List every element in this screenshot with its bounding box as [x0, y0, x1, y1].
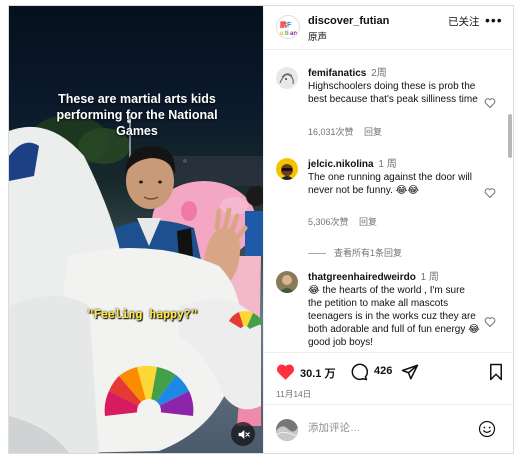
view-replies-button[interactable]: 查看所有1条回复	[308, 246, 402, 259]
video-frame-image	[9, 115, 263, 453]
post-username[interactable]: discover_futian	[308, 15, 389, 27]
person-avatar-icon	[276, 158, 298, 180]
comments-scrollbar[interactable]	[508, 114, 512, 158]
divider	[308, 253, 326, 255]
action-bar: 30.1 万 426 11月14日	[264, 352, 513, 399]
svg-text:an: an	[290, 31, 297, 37]
avatar[interactable]	[276, 158, 298, 180]
person-avatar-icon	[276, 271, 298, 293]
avatar[interactable]	[276, 67, 298, 89]
heart-outline-icon[interactable]	[484, 97, 496, 109]
following-button[interactable]: 已关注	[448, 14, 480, 29]
comment-input[interactable]	[308, 422, 468, 434]
comment-count[interactable]: 426	[374, 365, 392, 377]
send-icon[interactable]	[401, 363, 419, 381]
user-avatar-icon	[276, 419, 298, 441]
avatar	[276, 419, 298, 441]
heart-outline-icon[interactable]	[484, 187, 496, 199]
smiley-icon[interactable]	[478, 420, 496, 438]
comment-bubble-icon[interactable]	[350, 363, 368, 381]
comment-time: 2周	[371, 68, 387, 79]
comment-username[interactable]: thatgreenhairedweirdo	[308, 272, 416, 283]
svg-text:鹏: 鹏	[280, 20, 287, 29]
bookmark-icon[interactable]	[488, 363, 504, 381]
svg-text:u: u	[280, 31, 284, 37]
svg-text:ti: ti	[285, 31, 289, 37]
avatar[interactable]: 鹏 F u ti an	[276, 15, 300, 39]
comments-list[interactable]: femifanatics 2周 Highschoolers doing thes…	[264, 51, 513, 351]
post-side-panel: 鹏 F u ti an discover_futian 原声 已关注 ••• f…	[263, 6, 513, 453]
heart-filled-icon[interactable]	[276, 363, 295, 381]
post-date: 11月14日	[276, 389, 312, 399]
futian-logo-icon: 鹏 F u ti an	[277, 16, 299, 38]
reply-button[interactable]: 回复	[364, 127, 382, 137]
video-caption: These are martial arts kids performing f…	[56, 92, 218, 138]
mute-button[interactable]	[231, 422, 255, 446]
comment-text: 😂 the hearts of the world , I'm sure the…	[308, 285, 480, 348]
comment-text: The one running against the door will ne…	[308, 172, 472, 196]
comment-like-count[interactable]: 16,031次赞	[308, 127, 354, 137]
comment-text: Highschoolers doing these is prob the be…	[308, 81, 478, 105]
sketch-avatar-icon	[276, 67, 298, 89]
reply-button[interactable]: 回复	[359, 217, 377, 227]
comment-time: 1 周	[378, 159, 397, 170]
avatar[interactable]	[276, 271, 298, 293]
audio-label[interactable]: 原声	[308, 29, 327, 43]
post-header: 鹏 F u ti an discover_futian 原声 已关注 •••	[264, 6, 513, 50]
video-player[interactable]: These are martial arts kids performing f…	[9, 6, 263, 453]
more-options-button[interactable]: •••	[485, 12, 503, 28]
video-subtitle: "Feeling happy?"	[87, 307, 198, 321]
like-count[interactable]: 30.1 万	[300, 365, 335, 381]
svg-text:F: F	[287, 22, 292, 29]
ellipsis-icon: •••	[485, 12, 503, 28]
view-replies-label: 查看所有1条回复	[334, 248, 403, 258]
speaker-muted-icon	[238, 429, 250, 439]
comment-username[interactable]: jelcic.nikolina	[308, 159, 374, 170]
comment-time: 1 周	[420, 272, 439, 283]
heart-outline-icon[interactable]	[484, 316, 496, 328]
comment-like-count[interactable]: 5,306次赞	[308, 217, 349, 227]
post-viewer: These are martial arts kids performing f…	[8, 5, 514, 454]
comment-composer	[264, 404, 513, 453]
comment-username[interactable]: femifanatics	[308, 68, 366, 79]
